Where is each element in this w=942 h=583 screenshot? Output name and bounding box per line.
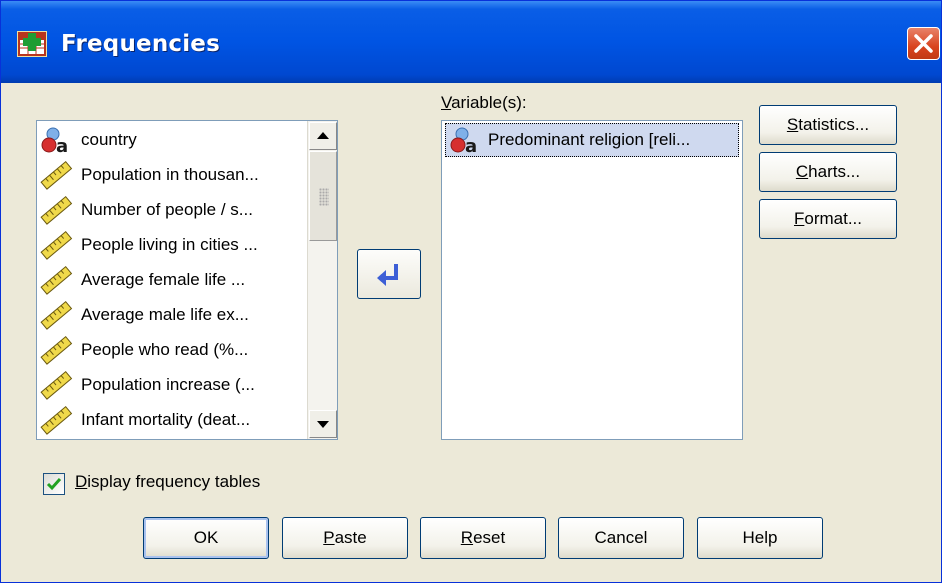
close-button[interactable] bbox=[907, 27, 940, 60]
list-item-label: Average female life ... bbox=[81, 270, 246, 289]
scale-variable-icon bbox=[39, 160, 73, 190]
selected-variable-label: Predominant religion [reli... bbox=[488, 130, 691, 149]
scale-variable-icon bbox=[39, 405, 73, 435]
ok-button[interactable]: OK bbox=[143, 517, 269, 559]
source-variable-list[interactable]: a country Population in thousan... Numbe… bbox=[36, 120, 338, 440]
list-item-population[interactable]: Population in thousan... bbox=[39, 158, 309, 192]
list-item-label: Population in thousan... bbox=[81, 165, 259, 184]
scale-variable-icon bbox=[39, 230, 73, 260]
scale-variable-icon bbox=[39, 300, 73, 330]
nominal-variable-icon: a bbox=[448, 125, 482, 157]
arrow-up-icon bbox=[317, 132, 329, 139]
scale-variable-icon bbox=[39, 265, 73, 295]
scale-variable-icon bbox=[39, 335, 73, 365]
display-frequency-tables-checkbox[interactable] bbox=[43, 473, 65, 495]
list-item-label: country bbox=[81, 130, 137, 149]
reset-button[interactable]: Reset bbox=[420, 517, 546, 559]
selected-variable-item[interactable]: a Predominant religion [reli... bbox=[445, 123, 739, 157]
svg-text:a: a bbox=[465, 136, 477, 155]
paste-button[interactable]: Paste bbox=[282, 517, 408, 559]
list-item-label: People who read (%... bbox=[81, 340, 249, 359]
frequencies-dialog: Frequencies a country Population in thou… bbox=[0, 0, 942, 583]
list-item-lifeexpf[interactable]: Average female life ... bbox=[39, 263, 309, 297]
scroll-up-button[interactable] bbox=[309, 122, 337, 150]
list-item-popincrease[interactable]: Population increase (... bbox=[39, 368, 309, 402]
format-button[interactable]: Format... bbox=[759, 199, 897, 239]
list-item-label: People living in cities ... bbox=[81, 235, 258, 254]
arrow-left-icon bbox=[377, 264, 398, 286]
scale-variable-icon bbox=[39, 195, 73, 225]
window-title: Frequencies bbox=[61, 31, 220, 57]
list-item-country[interactable]: a country bbox=[39, 123, 309, 157]
list-item-label: Number of people / s... bbox=[81, 200, 253, 219]
list-item-label: Infant mortality (deat... bbox=[81, 410, 251, 429]
vertical-scrollbar[interactable] bbox=[307, 121, 337, 439]
checkmark-icon bbox=[46, 478, 62, 491]
list-item-lifeexpm[interactable]: Average male life ex... bbox=[39, 298, 309, 332]
nominal-variable-icon: a bbox=[39, 125, 73, 157]
dialog-body: a country Population in thousan... Numbe… bbox=[3, 83, 939, 582]
selected-variables-list[interactable]: a Predominant religion [reli... bbox=[441, 120, 743, 440]
charts-button[interactable]: Charts... bbox=[759, 152, 897, 192]
display-frequency-tables-label[interactable]: Display frequency tables bbox=[75, 472, 260, 492]
scale-variable-icon bbox=[39, 370, 73, 400]
title-bar[interactable]: Frequencies bbox=[1, 1, 941, 83]
scroll-down-button[interactable] bbox=[309, 410, 337, 438]
list-item-label: Population increase (... bbox=[81, 375, 255, 394]
close-icon bbox=[914, 34, 933, 53]
frequencies-app-icon bbox=[17, 31, 47, 57]
help-button[interactable]: Help bbox=[697, 517, 823, 559]
list-item-literacy[interactable]: People who read (%... bbox=[39, 333, 309, 367]
variables-label: Variable(s): bbox=[441, 93, 527, 112]
list-item-label: Average male life ex... bbox=[81, 305, 249, 324]
scroll-thumb[interactable] bbox=[309, 151, 337, 241]
list-item-density[interactable]: Number of people / s... bbox=[39, 193, 309, 227]
statistics-button[interactable]: Statistics... bbox=[759, 105, 897, 145]
move-variable-button[interactable] bbox=[357, 249, 421, 299]
list-item-urban[interactable]: People living in cities ... bbox=[39, 228, 309, 262]
arrow-down-icon bbox=[317, 421, 329, 428]
list-item-infantmort[interactable]: Infant mortality (deat... bbox=[39, 403, 309, 437]
svg-text:a: a bbox=[56, 136, 68, 155]
cancel-button[interactable]: Cancel bbox=[558, 517, 684, 559]
grip-icon bbox=[319, 188, 329, 206]
